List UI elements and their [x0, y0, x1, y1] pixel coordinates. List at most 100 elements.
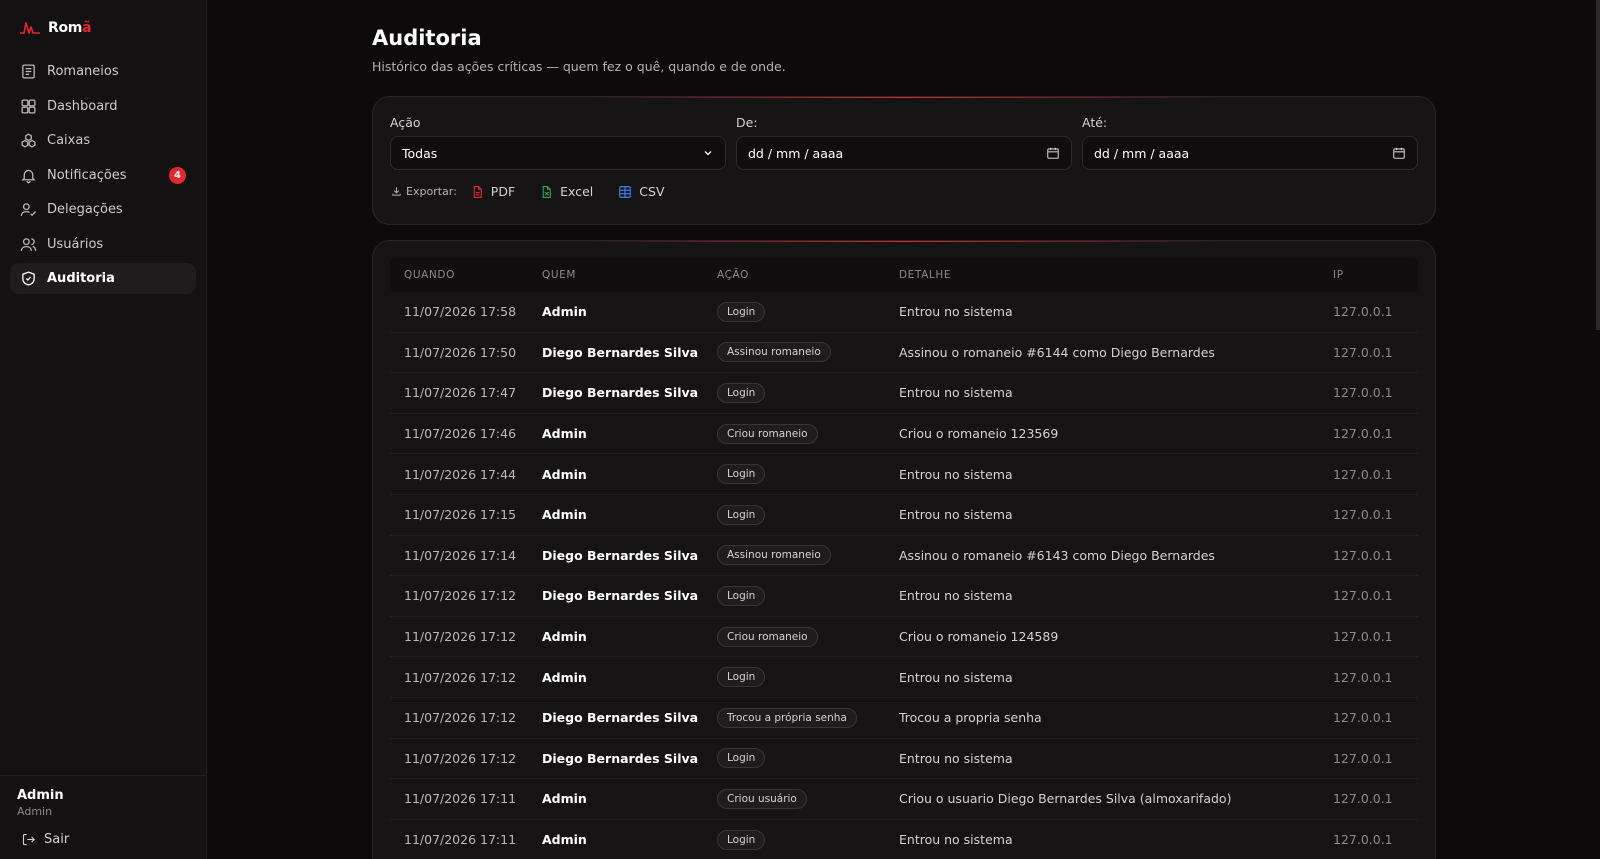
cell-detail: Entrou no sistema	[899, 385, 1013, 401]
cell-user: Admin	[542, 426, 587, 442]
table-row[interactable]: 11/07/2026 17:46 Admin Criou romaneio Criou…	[390, 414, 1418, 455]
cell-timestamp: 11/07/2026 17:50	[404, 344, 517, 360]
table-row[interactable]: 11/07/2026 17:12 Admin Login Entrou no sist…	[390, 657, 1418, 698]
cell-timestamp: 11/07/2026 17:47	[404, 385, 517, 401]
brand-logo[interactable]: Romã	[20, 20, 92, 36]
sidebar-item-caixas[interactable]: Caixas	[10, 125, 196, 156]
cell-ip: 127.0.0.1	[1333, 426, 1393, 442]
calendar-icon[interactable]	[1046, 146, 1060, 160]
cell-action: Assinou romaneio	[717, 342, 899, 363]
sidebar-item-romaneios[interactable]: Romaneios	[10, 56, 196, 87]
table-row[interactable]: 11/07/2026 17:58 Admin Login Entrou no sist…	[390, 292, 1418, 333]
filter-card: Ação Todas De: dd / mm / aaaa Até: dd / …	[372, 96, 1436, 225]
action-pill: Trocou a própria senha	[717, 707, 857, 728]
cell-user: Admin	[542, 791, 587, 807]
table-row[interactable]: 11/07/2026 17:14 Diego Bernardes Silva Ass…	[390, 536, 1418, 577]
table-row[interactable]: 11/07/2026 17:12 Diego Bernardes Silva Log…	[390, 739, 1418, 780]
cell-action: Assinou romaneio	[717, 545, 899, 566]
cell-action: Login	[717, 585, 899, 606]
sidebar-item-notificacoes[interactable]: Notificações 4	[10, 160, 196, 191]
excel-file-icon	[542, 185, 551, 198]
to-date-label: Até:	[1082, 115, 1108, 130]
action-pill: Criou romaneio	[717, 423, 818, 444]
table-row[interactable]: 11/07/2026 17:11 Admin Login Entrou no sist…	[390, 820, 1418, 859]
cell-detail: Entrou no sistema	[899, 507, 1013, 523]
cell-ip: 127.0.0.1	[1333, 629, 1393, 645]
cell-action: Login	[717, 748, 899, 769]
column-header-quem[interactable]: QUEM	[542, 269, 717, 281]
audit-table-card: QUANDO QUEM AÇÃO DETALHE IP 11/07/2026 1…	[372, 240, 1436, 859]
sidebar-item-label: Usuários	[47, 236, 104, 252]
pulse-logo-icon	[20, 22, 40, 34]
action-pill: Assinou romaneio	[717, 342, 831, 363]
table-row[interactable]: 11/07/2026 17:12 Diego Bernardes Silva Tro…	[390, 698, 1418, 739]
page-scrollbar[interactable]	[1596, 0, 1600, 330]
page-title: Auditoria	[372, 26, 482, 50]
cell-detail: Entrou no sistema	[899, 304, 1013, 320]
cell-ip: 127.0.0.1	[1333, 385, 1393, 401]
column-header-acao[interactable]: AÇÃO	[717, 269, 899, 281]
cell-timestamp: 11/07/2026 17:12	[404, 588, 517, 604]
table-row[interactable]: 11/07/2026 17:15 Admin Login Entrou no sist…	[390, 495, 1418, 536]
from-date-label: De:	[736, 115, 758, 130]
table-row[interactable]: 11/07/2026 17:44 Admin Login Entrou no sist…	[390, 454, 1418, 495]
boxes-icon	[21, 133, 36, 148]
cell-ip: 127.0.0.1	[1333, 710, 1393, 726]
cell-timestamp: 11/07/2026 17:46	[404, 426, 517, 442]
sidebar-nav: Romaneios Dashboard Caixas Notificações …	[10, 56, 196, 298]
chevron-down-icon	[704, 151, 712, 156]
column-header-ip[interactable]: IP	[1333, 269, 1418, 281]
sidebar-item-label: Notificações	[47, 167, 127, 183]
cell-timestamp: 11/07/2026 17:44	[404, 466, 517, 482]
cell-action: Criou usuário	[717, 788, 899, 809]
export-row: Exportar: PDF Excel CSV	[391, 184, 690, 199]
export-pdf-label: PDF	[490, 184, 516, 199]
action-filter: Ação Todas	[390, 115, 726, 170]
action-select[interactable]: Todas	[390, 136, 726, 170]
sidebar-item-label: Romaneios	[47, 64, 119, 79]
cell-ip: 127.0.0.1	[1333, 588, 1393, 604]
logout-icon	[22, 833, 35, 846]
table-row[interactable]: 11/07/2026 17:50 Diego Bernardes Silva Ass…	[390, 333, 1418, 374]
calendar-icon[interactable]	[1392, 146, 1406, 160]
export-excel-button[interactable]: Excel	[540, 184, 593, 199]
sidebar: Romã Romaneios Dashboard Caixas Notifica…	[0, 0, 207, 859]
table-header: QUANDO QUEM AÇÃO DETALHE IP	[390, 258, 1418, 292]
sidebar-item-dashboard[interactable]: Dashboard	[10, 91, 196, 122]
to-date-input[interactable]: dd / mm / aaaa	[1082, 136, 1418, 170]
from-date-input[interactable]: dd / mm / aaaa	[736, 136, 1072, 170]
cell-timestamp: 11/07/2026 17:58	[404, 304, 517, 320]
export-pdf-button[interactable]: PDF	[471, 184, 515, 199]
action-pill: Assinou romaneio	[717, 545, 831, 566]
from-date-placeholder: dd / mm / aaaa	[748, 145, 844, 161]
cell-timestamp: 11/07/2026 17:12	[404, 710, 517, 726]
cell-action: Login	[717, 301, 899, 322]
table-row[interactable]: 11/07/2026 17:12 Admin Criou romaneio Criou…	[390, 617, 1418, 658]
export-csv-button[interactable]: CSV	[618, 184, 665, 199]
cell-detail: Entrou no sistema	[899, 669, 1013, 685]
logout-button[interactable]: Sair	[17, 832, 189, 847]
table-row[interactable]: 11/07/2026 17:47 Diego Bernardes Silva Log…	[390, 373, 1418, 414]
action-pill: Criou usuário	[717, 788, 807, 809]
cell-detail: Entrou no sistema	[899, 750, 1013, 766]
cell-action: Trocou a própria senha	[717, 707, 899, 728]
cell-user: Diego Bernardes Silva	[542, 750, 699, 766]
cell-timestamp: 11/07/2026 17:12	[404, 629, 517, 645]
sidebar-item-usuarios[interactable]: Usuários	[10, 229, 196, 260]
sidebar-item-delegacoes[interactable]: Delegações	[10, 194, 196, 225]
action-pill: Login	[717, 667, 766, 688]
column-header-quando[interactable]: QUANDO	[390, 269, 542, 281]
shield-icon	[22, 271, 35, 286]
cell-action: Login	[717, 829, 899, 850]
table-row[interactable]: 11/07/2026 17:11 Admin Criou usuário Criou …	[390, 779, 1418, 820]
current-user-role: Admin	[17, 805, 53, 818]
action-pill: Login	[717, 829, 766, 850]
page-subtitle: Histórico das ações críticas — quem fez …	[372, 59, 786, 74]
column-header-detalhe[interactable]: DETALHE	[899, 269, 1333, 281]
table-row[interactable]: 11/07/2026 17:12 Diego Bernardes Silva Log…	[390, 576, 1418, 617]
sidebar-item-label: Dashboard	[47, 98, 118, 114]
cell-action: Login	[717, 504, 899, 525]
cell-user: Diego Bernardes Silva	[542, 710, 699, 726]
sidebar-item-auditoria[interactable]: Auditoria	[10, 263, 196, 294]
cell-user: Diego Bernardes Silva	[542, 588, 699, 604]
